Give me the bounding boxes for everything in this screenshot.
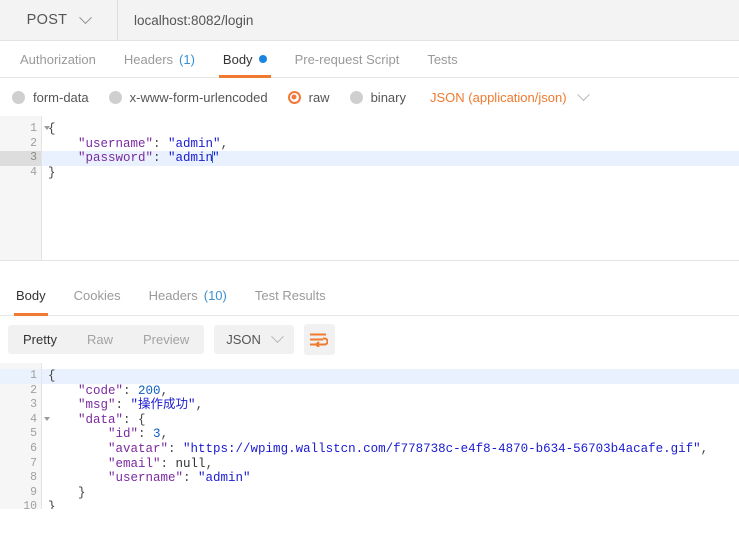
- http-method-selector[interactable]: POST: [0, 0, 118, 40]
- tab-body[interactable]: Body: [209, 41, 281, 78]
- format-label: JSON: [226, 332, 261, 347]
- word-wrap-toggle[interactable]: [303, 324, 335, 355]
- code-line: }: [48, 500, 56, 509]
- headers-count-badge: (1): [179, 51, 195, 67]
- word-wrap-icon: [310, 333, 329, 347]
- view-mode-preview[interactable]: Preview: [128, 325, 204, 354]
- code-line: }: [78, 485, 86, 500]
- line-number: 2: [30, 136, 37, 150]
- url-input[interactable]: localhost:8082/login: [118, 0, 739, 40]
- code-line: }: [48, 165, 56, 180]
- tab-label: Test Results: [254, 287, 326, 303]
- line-number[interactable]: 4: [0, 413, 50, 428]
- code-line: "code": 200,: [78, 383, 169, 398]
- radio-label: form-data: [33, 89, 89, 105]
- request-body-editor[interactable]: 1 2 3 4 { "username": "admin", "password…: [0, 116, 739, 261]
- body-modified-dot-icon: [258, 55, 267, 63]
- view-mode-pretty[interactable]: Pretty: [8, 325, 72, 354]
- body-type-row: form-data x-www-form-urlencoded raw bina…: [0, 78, 739, 116]
- radio-icon: [12, 90, 25, 104]
- line-number: 8: [30, 471, 37, 485]
- line-number: 5: [30, 427, 37, 441]
- line-number: 10: [23, 500, 37, 509]
- tab-label: Headers: [123, 51, 174, 67]
- response-tab-headers[interactable]: Headers (10): [135, 275, 241, 315]
- radio-x-www-form-urlencoded[interactable]: x-www-form-urlencoded: [107, 90, 280, 105]
- code-line: "username": "admin",: [78, 136, 229, 151]
- radio-raw[interactable]: raw: [286, 90, 342, 105]
- tab-label: Cookies: [73, 287, 121, 303]
- line-number: 9: [30, 485, 37, 499]
- request-url-bar: POST localhost:8082/login: [0, 0, 739, 41]
- response-code-area[interactable]: { "code": 200, "msg": "操作成功", "data": { …: [42, 363, 739, 509]
- tab-label: Tests: [427, 51, 458, 67]
- pane-divider[interactable]: [0, 261, 739, 275]
- tab-label: Headers: [148, 287, 198, 303]
- code-line: "msg": "操作成功",: [78, 398, 204, 413]
- request-tab-bar: Authorization Headers (1) Body Pre-reque…: [0, 41, 739, 78]
- radio-icon: [108, 90, 122, 104]
- content-type-label: JSON (application/json): [430, 89, 567, 105]
- line-number: 7: [30, 456, 37, 470]
- response-body-editor[interactable]: 1 2 3 4 5 6 7 8 9 10 { "code": 200, "msg…: [0, 363, 739, 509]
- line-number-active[interactable]: 1: [0, 369, 50, 384]
- request-editor-gutter: 1 2 3 4: [0, 116, 50, 260]
- http-method-label: POST: [26, 12, 68, 28]
- response-tab-cookies[interactable]: Cookies: [60, 275, 135, 315]
- code-line: "username": "admin": [108, 471, 251, 486]
- radio-selected-icon: [287, 90, 301, 104]
- line-number-active: 3: [0, 151, 41, 166]
- response-format-selector[interactable]: JSON: [214, 325, 294, 354]
- view-mode-group: Pretty Raw Preview: [8, 325, 205, 354]
- response-toolbar: Pretty Raw Preview JSON: [0, 316, 739, 363]
- response-headers-count-badge: (10): [203, 287, 227, 303]
- tab-tests[interactable]: Tests: [413, 41, 471, 77]
- tab-headers[interactable]: Headers (1): [110, 41, 209, 77]
- radio-label: binary: [370, 89, 406, 105]
- code-line: "email": null,: [108, 456, 214, 471]
- radio-binary[interactable]: binary: [348, 90, 418, 105]
- code-line: {: [48, 122, 56, 136]
- response-editor-gutter: 1 2 3 4 5 6 7 8 9 10: [0, 363, 50, 509]
- request-code-area[interactable]: { "username": "admin", "password": "admi…: [42, 116, 739, 260]
- response-tab-test-results[interactable]: Test Results: [241, 275, 340, 315]
- line-number: 3: [30, 398, 37, 412]
- code-line: "avatar": "https://wpimg.wallstcn.com/f7…: [108, 441, 709, 456]
- response-tab-body[interactable]: Body: [2, 275, 60, 316]
- radio-form-data[interactable]: form-data: [10, 90, 101, 105]
- tab-label: Pre-request Script: [294, 51, 400, 67]
- tab-pre-request-script[interactable]: Pre-request Script: [281, 41, 414, 77]
- chevron-down-icon: [576, 87, 590, 101]
- code-line-active: {: [42, 369, 739, 384]
- code-line: "id": 3,: [108, 427, 169, 442]
- view-mode-raw[interactable]: Raw: [72, 325, 128, 354]
- line-number: 2: [30, 383, 37, 397]
- radio-label: raw: [308, 89, 330, 105]
- line-number[interactable]: 1: [0, 122, 50, 137]
- tab-label: Authorization: [20, 51, 96, 67]
- line-number: 6: [30, 441, 37, 455]
- code-line: "data": {: [78, 412, 146, 427]
- content-type-selector[interactable]: JSON (application/json): [430, 87, 590, 105]
- chevron-down-icon: [79, 10, 93, 24]
- tab-authorization[interactable]: Authorization: [6, 41, 110, 77]
- response-tab-bar: Body Cookies Headers (10) Test Results: [0, 275, 739, 316]
- line-number: 4: [30, 165, 37, 179]
- radio-label: x-www-form-urlencoded: [129, 89, 268, 105]
- tab-label: Body: [16, 287, 46, 303]
- code-line-active: "password": "admin": [42, 151, 739, 166]
- tab-label: Body: [222, 51, 253, 67]
- radio-icon: [349, 90, 363, 104]
- chevron-down-icon: [271, 330, 284, 344]
